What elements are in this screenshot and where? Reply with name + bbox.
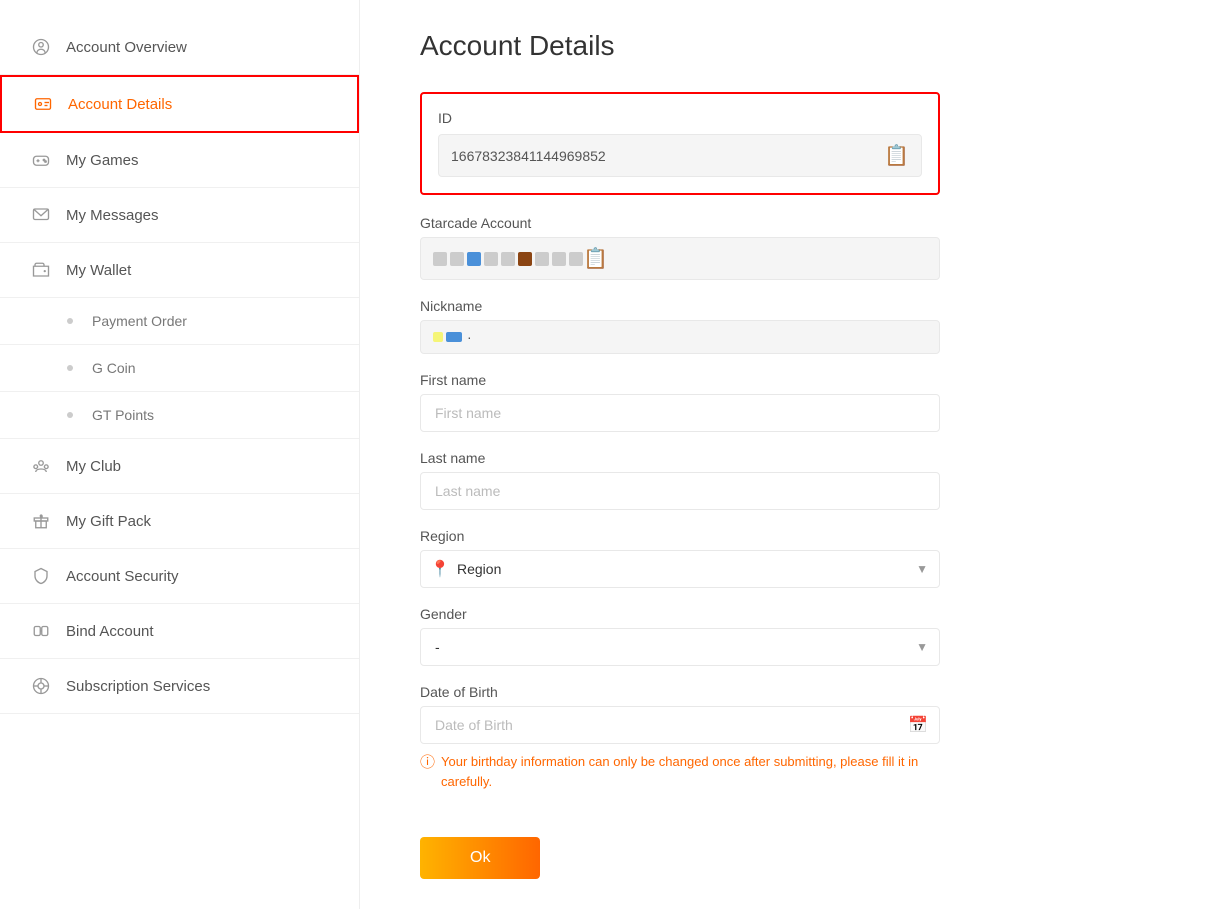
- dot-icon: [60, 311, 80, 331]
- link-icon: [30, 620, 52, 642]
- id-box: ID 16678323841144969852 📋: [420, 92, 940, 195]
- region-select[interactable]: Region: [420, 550, 940, 588]
- lastname-label: Last name: [420, 450, 940, 466]
- dot-icon: [60, 405, 80, 425]
- shield-icon: [30, 565, 52, 587]
- sidebar-label-my-wallet: My Wallet: [66, 262, 131, 279]
- gt-block-3: [467, 252, 481, 266]
- birthday-warning-text: Your birthday information can only be ch…: [441, 752, 940, 791]
- firstname-input[interactable]: [420, 394, 940, 432]
- main-content: Account Details ID 16678323841144969852 …: [360, 0, 1231, 909]
- sidebar-item-account-details[interactable]: Account Details: [0, 75, 359, 133]
- gtarcade-group: Gtarcade Account 📋: [420, 215, 940, 280]
- birthday-warning: ⓘ Your birthday information can only be …: [420, 752, 940, 791]
- form-section: ID 16678323841144969852 📋 Gtarcade Accou…: [420, 92, 940, 879]
- gift-icon: [30, 510, 52, 532]
- nickname-label: Nickname: [420, 298, 940, 314]
- sidebar-item-my-games[interactable]: My Games: [0, 133, 359, 188]
- subscription-icon: [30, 675, 52, 697]
- firstname-group: First name: [420, 372, 940, 432]
- sidebar-label-my-gift-pack: My Gift Pack: [66, 513, 151, 530]
- sidebar-item-account-overview[interactable]: Account Overview: [0, 20, 359, 75]
- gtarcade-label: Gtarcade Account: [420, 215, 940, 231]
- sidebar-label-my-games: My Games: [66, 152, 139, 169]
- message-icon: [30, 204, 52, 226]
- gender-select-wrap: - Male Female Other ▼: [420, 628, 940, 666]
- dob-wrap: 📅: [420, 706, 940, 744]
- region-select-wrap: 📍 Region ▼: [420, 550, 940, 588]
- sidebar-item-subscription-services[interactable]: Subscription Services: [0, 659, 359, 714]
- sidebar-label-bind-account: Bind Account: [66, 623, 154, 640]
- gt-block-6: [518, 252, 532, 266]
- nick-block-1: [433, 332, 443, 342]
- nickname-group: Nickname ·: [420, 298, 940, 354]
- sidebar-label-subscription-services: Subscription Services: [66, 678, 210, 695]
- sidebar-item-my-messages[interactable]: My Messages: [0, 188, 359, 243]
- sidebar-label-account-security: Account Security: [66, 568, 179, 585]
- gender-group: Gender - Male Female Other ▼: [420, 606, 940, 666]
- copy-icon[interactable]: 📋: [884, 143, 909, 168]
- nick-block-2: [446, 332, 462, 342]
- page-title: Account Details: [420, 30, 1171, 62]
- sidebar-label-payment-order: Payment Order: [92, 313, 187, 329]
- lastname-input[interactable]: [420, 472, 940, 510]
- sidebar-label-my-club: My Club: [66, 458, 121, 475]
- gt-block-2: [450, 252, 464, 266]
- id-label: ID: [438, 110, 922, 126]
- gtarcade-copy-icon[interactable]: 📋: [583, 246, 608, 271]
- sidebar-item-gt-points[interactable]: GT Points: [0, 392, 359, 439]
- gtarcade-display: [433, 252, 583, 266]
- sidebar-label-g-coin: G Coin: [92, 360, 136, 376]
- gender-label: Gender: [420, 606, 940, 622]
- sidebar-label-account-overview: Account Overview: [66, 39, 187, 56]
- sidebar-item-my-gift-pack[interactable]: My Gift Pack: [0, 494, 359, 549]
- user-circle-icon: [30, 36, 52, 58]
- sidebar-item-my-wallet[interactable]: My Wallet: [0, 243, 359, 298]
- dot-icon: [60, 358, 80, 378]
- lastname-group: Last name: [420, 450, 940, 510]
- sidebar-item-payment-order[interactable]: Payment Order: [0, 298, 359, 345]
- id-field-row: 16678323841144969852 📋: [438, 134, 922, 177]
- dob-group: Date of Birth 📅 ⓘ Your birthday informat…: [420, 684, 940, 791]
- sidebar-label-my-messages: My Messages: [66, 207, 159, 224]
- sidebar: Account Overview Account Details: [0, 0, 360, 909]
- nickname-field-row: ·: [420, 320, 940, 354]
- gtarcade-field-row: 📋: [420, 237, 940, 280]
- region-label: Region: [420, 528, 940, 544]
- gt-block-1: [433, 252, 447, 266]
- sidebar-item-my-club[interactable]: My Club: [0, 439, 359, 494]
- dob-label: Date of Birth: [420, 684, 940, 700]
- sidebar-label-gt-points: GT Points: [92, 407, 154, 423]
- gt-block-4: [484, 252, 498, 266]
- gender-select[interactable]: - Male Female Other: [420, 628, 940, 666]
- nickname-display: ·: [433, 329, 474, 345]
- region-group: Region 📍 Region ▼: [420, 528, 940, 588]
- sidebar-label-account-details: Account Details: [68, 96, 172, 113]
- dob-input[interactable]: [420, 706, 940, 744]
- game-controller-icon: [30, 149, 52, 171]
- id-value: 16678323841144969852: [451, 148, 884, 164]
- gt-block-9: [569, 252, 583, 266]
- nick-text: ·: [467, 329, 472, 345]
- gt-block-7: [535, 252, 549, 266]
- id-card-icon: [32, 93, 54, 115]
- gt-block-5: [501, 252, 515, 266]
- sidebar-item-g-coin[interactable]: G Coin: [0, 345, 359, 392]
- gt-block-8: [552, 252, 566, 266]
- firstname-label: First name: [420, 372, 940, 388]
- wallet-icon: [30, 259, 52, 281]
- sidebar-item-bind-account[interactable]: Bind Account: [0, 604, 359, 659]
- sidebar-item-account-security[interactable]: Account Security: [0, 549, 359, 604]
- club-icon: [30, 455, 52, 477]
- warning-icon: ⓘ: [420, 752, 435, 775]
- ok-button[interactable]: Ok: [420, 837, 540, 879]
